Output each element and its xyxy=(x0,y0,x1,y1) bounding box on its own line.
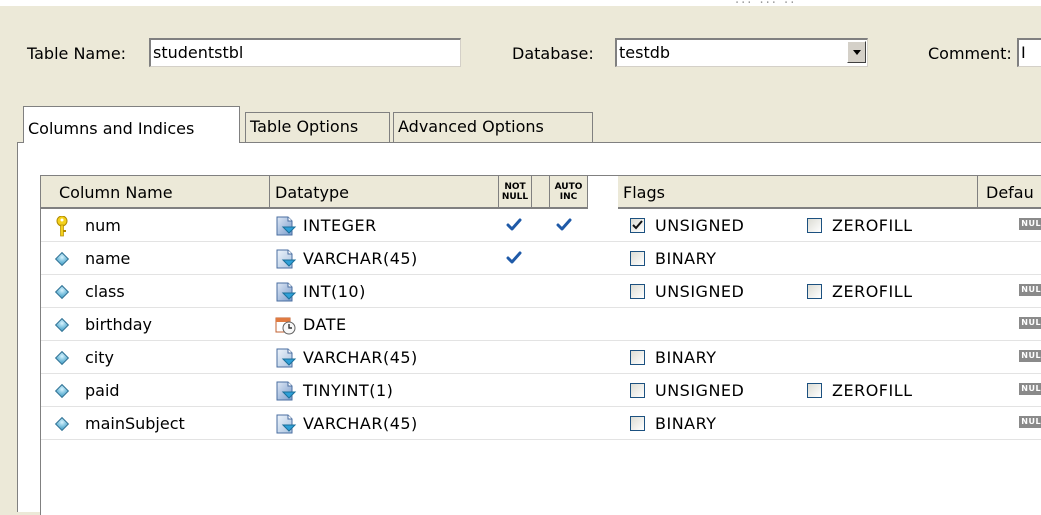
grid-header: Column Name Datatype NOT NULL AUTO INC F… xyxy=(41,176,1041,209)
zerofill-label: ZEROFILL xyxy=(832,282,913,301)
date-type-icon xyxy=(274,314,298,336)
not-null-check-icon[interactable] xyxy=(506,217,522,233)
binary-checkbox[interactable] xyxy=(630,350,645,365)
table-row[interactable]: birthday DATE NULL xyxy=(41,309,1041,341)
datatype-cell[interactable]: INT(10) xyxy=(303,276,366,308)
default-null-badge[interactable]: NULL xyxy=(1019,284,1041,296)
default-null-badge[interactable]: NULL xyxy=(1019,317,1041,329)
unsigned-checkbox[interactable] xyxy=(630,284,645,299)
not-null-check-icon[interactable] xyxy=(506,250,522,266)
column-name-cell[interactable]: city xyxy=(85,342,114,374)
tab-columns-and-indices[interactable]: Columns and Indices xyxy=(23,106,240,143)
table-row[interactable]: num INTEGER UNSIGNED ZEROFILL NULL xyxy=(41,210,1041,242)
column-diamond-icon xyxy=(54,416,70,432)
database-label: Database: xyxy=(512,44,594,63)
header-auto-inc-line2: INC xyxy=(559,192,578,202)
table-row[interactable]: name VARCHAR(45) BINARY xyxy=(41,243,1041,275)
column-name-cell[interactable]: mainSubject xyxy=(85,408,185,440)
column-name-cell[interactable]: birthday xyxy=(85,309,152,341)
zerofill-checkbox[interactable] xyxy=(807,284,822,299)
column-name-cell[interactable]: name xyxy=(85,243,130,275)
column-diamond-icon xyxy=(54,383,70,399)
numeric-type-icon xyxy=(274,380,298,402)
header-column-name[interactable]: Column Name xyxy=(41,176,270,209)
header-flags[interactable]: Flags xyxy=(618,176,978,209)
default-null-badge[interactable]: NULL xyxy=(1019,383,1041,395)
binary-checkbox[interactable] xyxy=(630,416,645,431)
column-name-cell[interactable]: num xyxy=(85,210,121,242)
unsigned-label: UNSIGNED xyxy=(655,282,745,301)
database-select-value: testdb xyxy=(619,43,671,62)
binary-label: BINARY xyxy=(655,348,717,367)
datatype-cell[interactable]: TINYINT(1) xyxy=(303,375,393,407)
table-name-label: Table Name: xyxy=(27,44,127,63)
datatype-cell[interactable]: VARCHAR(45) xyxy=(303,243,418,275)
datatype-cell[interactable]: INTEGER xyxy=(303,210,377,242)
auto-inc-check-icon[interactable] xyxy=(556,217,572,233)
binary-label: BINARY xyxy=(655,249,717,268)
zerofill-checkbox[interactable] xyxy=(807,383,822,398)
primary-key-icon xyxy=(56,215,68,238)
header-default[interactable]: Defau xyxy=(978,176,1041,209)
comment-input[interactable]: I xyxy=(1017,38,1041,67)
column-diamond-icon xyxy=(54,284,70,300)
binary-checkbox[interactable] xyxy=(630,251,645,266)
top-strip xyxy=(0,0,1041,6)
numeric-type-icon xyxy=(274,281,298,303)
columns-grid: Column Name Datatype NOT NULL AUTO INC F… xyxy=(40,175,1041,515)
chevron-down-icon[interactable] xyxy=(847,41,866,63)
header-datatype[interactable]: Datatype xyxy=(270,176,499,209)
unsigned-label: UNSIGNED xyxy=(655,216,745,235)
comment-label: Comment: xyxy=(928,44,1012,63)
datatype-cell[interactable]: DATE xyxy=(303,309,347,341)
zerofill-label: ZEROFILL xyxy=(832,381,913,400)
column-name-cell[interactable]: class xyxy=(85,276,125,308)
string-type-icon xyxy=(274,248,298,270)
table-row[interactable]: class INT(10) UNSIGNED ZEROFILL NULL xyxy=(41,276,1041,308)
string-type-icon xyxy=(274,347,298,369)
string-type-icon xyxy=(274,413,298,435)
zerofill-label: ZEROFILL xyxy=(832,216,913,235)
header-auto-inc[interactable]: AUTO INC xyxy=(550,176,588,209)
unsigned-checkbox[interactable] xyxy=(630,383,645,398)
column-diamond-icon xyxy=(54,317,70,333)
default-null-badge[interactable]: NULL xyxy=(1019,218,1041,230)
unsigned-label: UNSIGNED xyxy=(655,381,745,400)
unsigned-checkbox[interactable] xyxy=(630,218,645,233)
table-row[interactable]: paid TINYINT(1) UNSIGNED ZEROFILL NULL xyxy=(41,375,1041,407)
clipped-title-fragment: ... ... .. xyxy=(735,0,796,7)
datatype-cell[interactable]: VARCHAR(45) xyxy=(303,408,418,440)
column-diamond-icon xyxy=(54,350,70,366)
numeric-type-icon xyxy=(274,215,298,237)
header-auto-inc-line1: AUTO xyxy=(554,182,583,192)
header-not-null-line1: NOT xyxy=(504,182,526,192)
table-name-input[interactable]: studentstbl xyxy=(149,38,461,67)
table-row[interactable]: mainSubject VARCHAR(45) BINARY NULL xyxy=(41,408,1041,440)
database-select[interactable]: testdb xyxy=(615,38,868,67)
default-null-badge[interactable]: NULL xyxy=(1019,416,1041,428)
header-spacer xyxy=(532,176,550,209)
binary-label: BINARY xyxy=(655,414,717,433)
datatype-cell[interactable]: VARCHAR(45) xyxy=(303,342,418,374)
column-diamond-icon xyxy=(54,251,70,267)
tab-advanced-options[interactable]: Advanced Options xyxy=(393,112,593,142)
header-not-null[interactable]: NOT NULL xyxy=(499,176,532,209)
header-not-null-line2: NULL xyxy=(501,192,529,202)
tab-table-options[interactable]: Table Options xyxy=(245,112,390,142)
table-row[interactable]: city VARCHAR(45) BINARY NULL xyxy=(41,342,1041,374)
default-null-badge[interactable]: NULL xyxy=(1019,350,1041,362)
column-name-cell[interactable]: paid xyxy=(85,375,120,407)
zerofill-checkbox[interactable] xyxy=(807,218,822,233)
